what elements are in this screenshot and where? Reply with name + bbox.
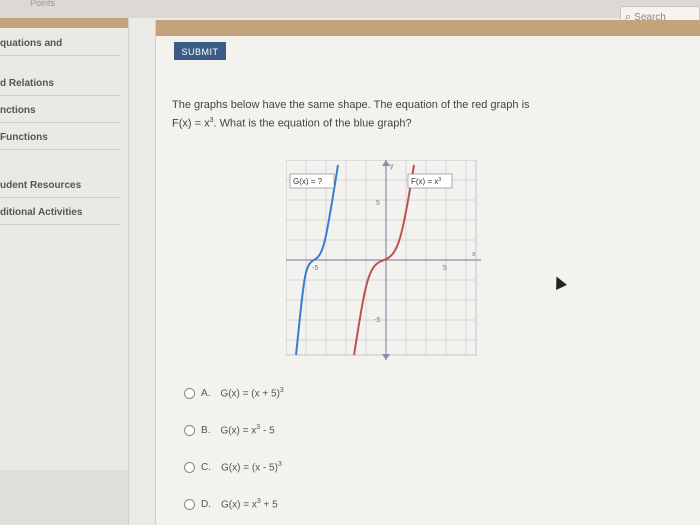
answer-option-b[interactable]: B. G(x) = x3 - 5 bbox=[184, 420, 275, 436]
answer-option-c[interactable]: C. G(x) = (x - 5)3 bbox=[184, 457, 282, 473]
y-axis-label: y bbox=[390, 163, 394, 170]
sidebar-header-strip bbox=[0, 18, 128, 28]
sidebar: quations and d Relations nctions Functio… bbox=[0, 18, 129, 525]
sidebar-item-equations[interactable]: quations and bbox=[0, 38, 120, 56]
main-header-strip bbox=[156, 20, 700, 36]
top-bar: Points bbox=[0, 0, 700, 18]
radio-a[interactable] bbox=[184, 388, 195, 400]
sidebar-item-student-resources[interactable]: udent Resources bbox=[0, 180, 120, 198]
sidebar-footer bbox=[0, 470, 128, 525]
answer-option-d[interactable]: D. G(x) = x3 + 5 bbox=[184, 494, 278, 510]
tick-label-x-neg5: -5 bbox=[312, 265, 318, 272]
top-tab[interactable]: Points bbox=[30, 0, 90, 6]
y-axis-arrow-icon bbox=[382, 160, 390, 166]
y-axis-arrow-down-icon bbox=[382, 354, 390, 360]
tick-label-x-5: 5 bbox=[443, 265, 447, 272]
x-axis-label: x bbox=[472, 251, 476, 258]
tick-label-y-neg5: -5 bbox=[374, 317, 380, 324]
sidebar-item-functions-1[interactable]: nctions bbox=[0, 105, 120, 123]
question-text: The graphs below have the same shape. Th… bbox=[172, 98, 572, 132]
graph-border bbox=[286, 160, 477, 356]
radio-c[interactable] bbox=[184, 462, 195, 474]
radio-d[interactable] bbox=[184, 499, 195, 511]
answer-option-a[interactable]: A. G(x) = (x + 5)3 bbox=[184, 383, 284, 399]
tick-label-y-5: 5 bbox=[376, 200, 380, 207]
sidebar-item-relations[interactable]: d Relations bbox=[0, 78, 120, 96]
function-graph: y x 5 -5 -5 5 G(x) = ? F(x) = x3 bbox=[286, 160, 481, 360]
sidebar-item-additional-activities[interactable]: ditional Activities bbox=[0, 207, 120, 225]
sidebar-item-functions-2[interactable]: Functions bbox=[0, 132, 120, 150]
radio-b[interactable] bbox=[184, 425, 195, 437]
question-line-2: F(x) = x3. What is the equation of the b… bbox=[172, 117, 412, 130]
question-line-1: The graphs below have the same shape. Th… bbox=[172, 99, 530, 111]
submit-button[interactable]: SUBMIT bbox=[174, 42, 226, 60]
blue-graph-label: G(x) = ? bbox=[293, 177, 323, 186]
main-panel: SUBMIT The graphs below have the same sh… bbox=[155, 20, 700, 525]
red-graph-label: F(x) = x3 bbox=[411, 177, 441, 186]
